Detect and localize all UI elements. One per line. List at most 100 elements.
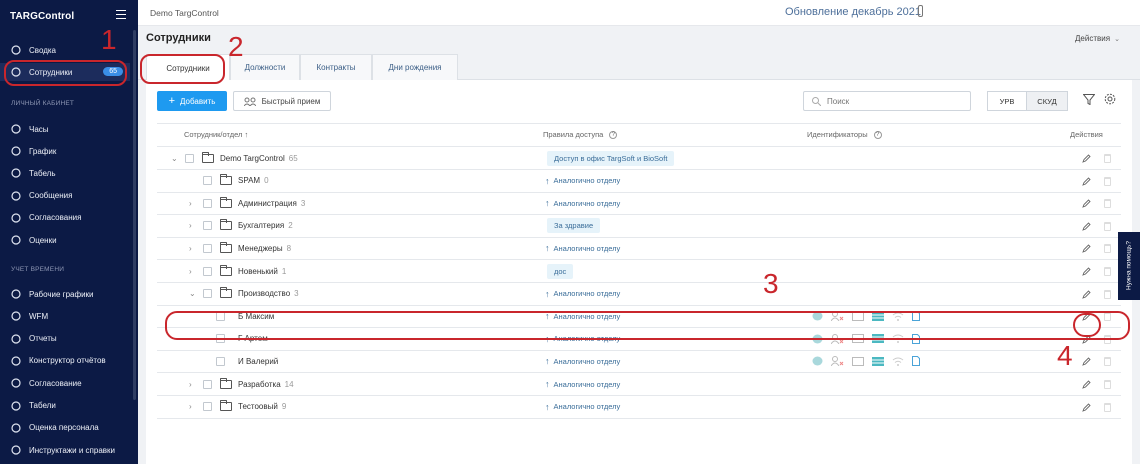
chevron-right-icon[interactable]: › <box>189 402 197 411</box>
chevron-right-icon[interactable]: › <box>189 199 197 208</box>
tab-contracts[interactable]: Контракты <box>300 54 372 80</box>
access-rule-inherit[interactable]: ↑ Аналогично отделу <box>545 176 620 186</box>
chevron-right-icon[interactable]: › <box>189 244 197 253</box>
department-name[interactable]: Новенький <box>238 267 278 276</box>
row-checkbox[interactable] <box>203 221 212 231</box>
department-row[interactable]: › Менеджеры 8 ↑ Аналогично отделу <box>157 237 1121 259</box>
department-name[interactable]: Администрация <box>238 199 297 208</box>
face-id-icon[interactable] <box>812 356 823 366</box>
toggle-skud[interactable]: СКУД <box>1026 91 1068 111</box>
lightbulb-icon[interactable] <box>918 5 923 17</box>
trash-icon[interactable] <box>1104 402 1111 412</box>
sidebar-item-approval[interactable]: Согласование <box>0 374 130 392</box>
chevron-down-icon[interactable]: ⌄ <box>171 154 179 163</box>
trash-icon[interactable] <box>1104 154 1111 163</box>
chevron-right-icon[interactable]: › <box>189 267 197 276</box>
department-name[interactable]: Менеджеры <box>238 244 283 253</box>
document-icon[interactable] <box>912 356 920 367</box>
trash-icon[interactable] <box>1104 176 1111 186</box>
row-checkbox[interactable] <box>203 402 212 412</box>
department-row[interactable]: › Бухгалтерия 2 За здравие <box>157 215 1121 237</box>
department-name[interactable]: Разработка <box>238 380 281 389</box>
edit-pencil-icon[interactable] <box>1082 244 1091 254</box>
sidebar-item-briefing[interactable]: Инструктажи и справки <box>0 441 130 459</box>
actions-dropdown[interactable]: Действия ⌄ <box>1075 34 1120 43</box>
chevron-right-icon[interactable]: › <box>189 221 197 230</box>
department-name[interactable]: SPAM <box>238 176 260 185</box>
sidebar-item-timesheets[interactable]: Табели <box>0 397 130 415</box>
department-name[interactable]: Бухгалтерия <box>238 221 284 230</box>
access-rule-inherit[interactable]: ↑ Аналогично отделу <box>545 356 620 366</box>
trash-icon[interactable] <box>1104 380 1111 389</box>
user-remove-icon[interactable] <box>831 356 844 367</box>
row-checkbox[interactable] <box>203 289 212 299</box>
department-row[interactable]: ⌄ Производство 3 ↑ Аналогично отделу <box>157 283 1121 305</box>
department-name[interactable]: Тестоовый <box>238 402 278 411</box>
trash-icon[interactable] <box>1104 357 1111 367</box>
sidebar-scrollbar[interactable] <box>133 30 136 400</box>
tab-birthdays[interactable]: Дни рождения <box>372 54 458 80</box>
department-row[interactable]: › Администрация 3 ↑ Аналогично отделу <box>157 192 1121 214</box>
gear-icon[interactable] <box>1104 93 1116 105</box>
update-link[interactable]: Обновление декабрь 2021 <box>785 6 921 18</box>
trash-icon[interactable] <box>1104 244 1111 254</box>
sidebar-item-approvals[interactable]: Согласования <box>0 209 130 227</box>
access-rule-inherit[interactable]: ↑ Аналогично отделу <box>545 198 620 208</box>
employee-name[interactable]: И Валерий <box>238 357 278 366</box>
access-rule-inherit[interactable]: ↑ Аналогично отделу <box>545 402 620 412</box>
row-checkbox[interactable] <box>203 198 212 208</box>
row-checkbox[interactable] <box>185 153 194 163</box>
filter-icon[interactable] <box>1083 94 1095 105</box>
department-row[interactable]: ⌄ Demo TargControl 65 Доступ в офис TargSof… <box>157 147 1121 169</box>
edit-pencil-icon[interactable] <box>1082 357 1091 367</box>
edit-pencil-icon[interactable] <box>1082 267 1091 276</box>
chevron-down-icon[interactable]: ⌄ <box>189 289 197 298</box>
department-name[interactable]: Demo TargControl <box>220 154 285 163</box>
sidebar-item-reports[interactable]: Отчеты <box>0 330 130 348</box>
edit-pencil-icon[interactable] <box>1082 289 1091 299</box>
header-employee[interactable]: Сотрудник/отдел ↑ <box>184 130 248 139</box>
edit-pencil-icon[interactable] <box>1082 154 1091 163</box>
card-icon[interactable] <box>852 356 864 366</box>
access-rule-tag[interactable]: дос <box>547 263 574 279</box>
sidebar-item-messages[interactable]: Сообщения <box>0 187 130 205</box>
access-rule-inherit[interactable]: ↑ Аналогично отделу <box>545 379 620 389</box>
sidebar-item-clock[interactable]: Часы <box>0 120 130 138</box>
access-rule-inherit[interactable]: ↑ Аналогично отделу <box>545 289 620 299</box>
chevron-right-icon[interactable]: › <box>189 380 197 389</box>
department-name[interactable]: Производство <box>238 289 290 298</box>
edit-pencil-icon[interactable] <box>1082 222 1091 231</box>
edit-pencil-icon[interactable] <box>1082 199 1091 208</box>
trash-icon[interactable] <box>1104 221 1111 231</box>
wifi-icon[interactable] <box>892 357 904 366</box>
access-rule-tag[interactable]: Доступ в офис TargSoft и BioSoft <box>547 150 675 166</box>
edit-pencil-icon[interactable] <box>1082 402 1091 412</box>
sidebar-item-schedule[interactable]: Рабочие графики <box>0 285 130 303</box>
sidebar-item-wfm[interactable]: WFM <box>0 307 130 325</box>
row-checkbox[interactable] <box>203 266 212 276</box>
menu-burger-icon[interactable] <box>116 10 126 19</box>
help-tab[interactable]: Нужна помощь? <box>1118 232 1140 300</box>
edit-pencil-icon[interactable] <box>1082 176 1091 186</box>
department-row[interactable]: › Разработка 14 ↑ Аналогично отделу <box>157 373 1121 395</box>
trash-icon[interactable] <box>1104 267 1111 276</box>
department-row[interactable]: › Новенький 1 дос <box>157 260 1121 282</box>
access-rule-tag[interactable]: За здравие <box>547 218 601 234</box>
add-button[interactable]: + Добавить <box>157 91 227 111</box>
trash-icon[interactable] <box>1104 199 1111 209</box>
row-checkbox[interactable] <box>203 176 212 186</box>
sidebar-item-evaluation[interactable]: Оценка персонала <box>0 419 130 437</box>
employee-row[interactable]: И Валерий ↑ Аналогично отделу <box>157 350 1121 372</box>
department-row[interactable]: › Тестоовый 9 ↑ Аналогично отделу <box>157 396 1121 418</box>
barcode-icon[interactable] <box>872 356 884 366</box>
row-checkbox[interactable] <box>203 243 212 253</box>
quick-hire-button[interactable]: Быстрый прием <box>233 91 331 111</box>
search-box[interactable] <box>803 91 971 111</box>
edit-pencil-icon[interactable] <box>1082 380 1091 389</box>
toggle-urv[interactable]: УРВ <box>987 91 1027 111</box>
access-rule-inherit[interactable]: ↑ Аналогично отделу <box>545 243 620 253</box>
trash-icon[interactable] <box>1104 289 1111 299</box>
row-checkbox[interactable] <box>203 379 212 389</box>
sidebar-item-timesheet[interactable]: Табель <box>0 164 130 182</box>
sidebar-item-report-builder[interactable]: Конструктор отчётов <box>0 352 130 370</box>
